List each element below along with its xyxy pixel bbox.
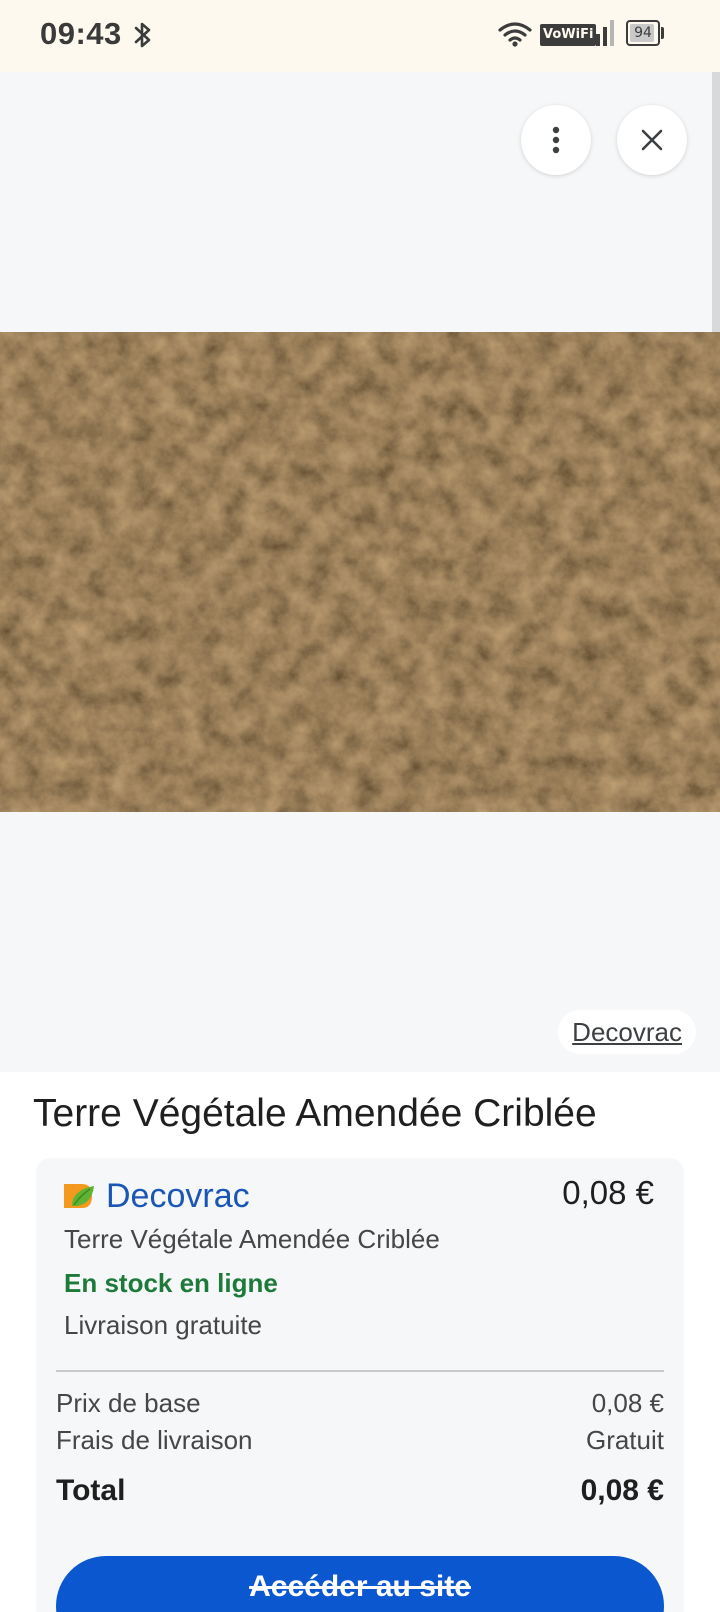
offer-price: 0,08 € bbox=[562, 1174, 654, 1211]
battery-tip bbox=[661, 27, 664, 39]
status-bar: 09:43 VoWiFi 94 bbox=[0, 0, 720, 72]
close-button[interactable] bbox=[617, 105, 687, 175]
visit-site-button[interactable]: Accéder au site bbox=[56, 1556, 664, 1612]
wifi-icon bbox=[498, 22, 532, 47]
image-source-link[interactable]: Decovrac bbox=[558, 1010, 696, 1054]
divider bbox=[56, 1370, 664, 1372]
product-image[interactable] bbox=[0, 332, 720, 812]
offer-product-name: Terre Végétale Amendée Criblée bbox=[64, 1224, 440, 1254]
base-price-row: Prix de base 0,08 € bbox=[56, 1388, 664, 1419]
base-price-value: 0,08 € bbox=[591, 1388, 664, 1418]
more-options-button[interactable] bbox=[521, 105, 591, 175]
merchant-name[interactable]: Decovrac bbox=[106, 1177, 250, 1216]
decovrac-leaf-logo bbox=[64, 1184, 94, 1208]
base-price-label: Prix de base bbox=[56, 1388, 201, 1418]
close-icon bbox=[641, 129, 663, 151]
status-time: 09:43 bbox=[40, 16, 122, 51]
more-vert-icon bbox=[552, 126, 560, 154]
shipping-fee-value: Gratuit bbox=[585, 1425, 664, 1455]
shipping-fee-label: Frais de livraison bbox=[56, 1425, 253, 1455]
stock-status: En stock en ligne bbox=[64, 1268, 278, 1298]
visit-site-label: Accéder au site bbox=[249, 1570, 471, 1603]
battery-icon: 94 bbox=[626, 20, 666, 48]
shipping-fee-row: Frais de livraison Gratuit bbox=[56, 1425, 664, 1456]
visit-site-wrapper: Accéder au site bbox=[36, 1482, 684, 1612]
battery-level: 94 bbox=[634, 25, 652, 41]
product-title: Terre Végétale Amendée Criblée bbox=[33, 1092, 597, 1135]
merchant-row[interactable]: Decovrac bbox=[62, 1176, 250, 1216]
signal-icon bbox=[589, 20, 614, 46]
screen: 09:43 VoWiFi 94 Decovrac Terre Végétale … bbox=[0, 0, 720, 1612]
bluetooth-icon bbox=[134, 22, 151, 48]
shipping-info: Livraison gratuite bbox=[64, 1310, 262, 1340]
image-viewer: Decovrac bbox=[0, 72, 720, 1072]
